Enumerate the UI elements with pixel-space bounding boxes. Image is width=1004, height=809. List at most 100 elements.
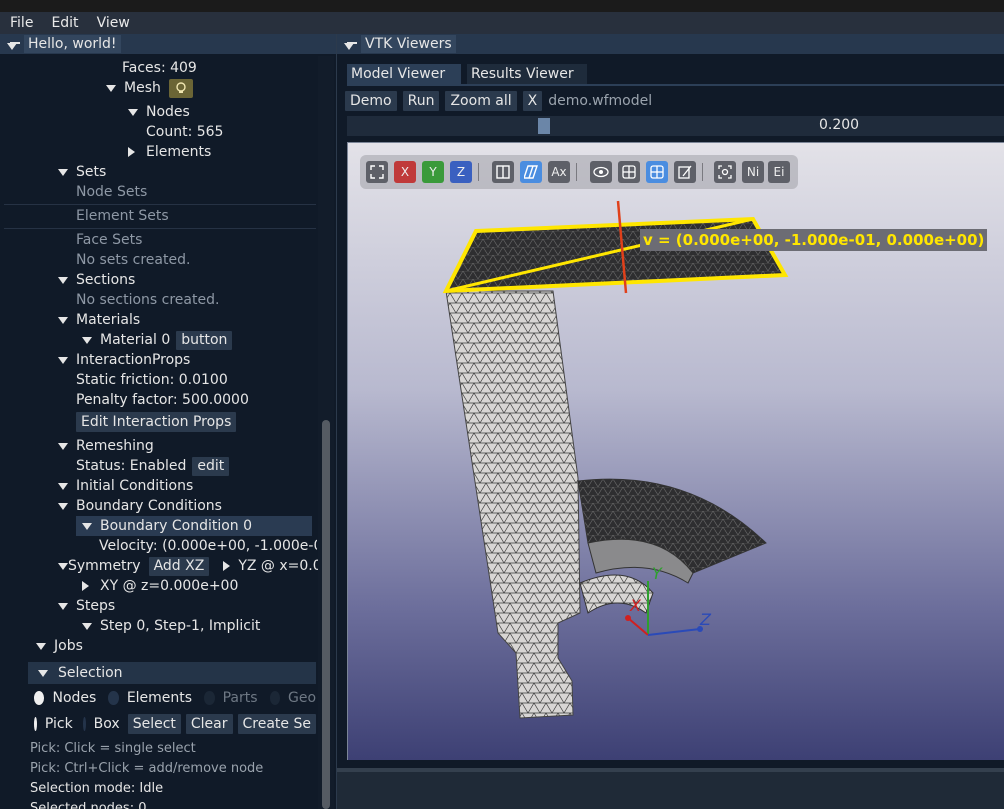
no-sets-text: No sets created.: [76, 252, 191, 268]
expand-arrow-icon[interactable]: [58, 276, 68, 284]
slider-value: 0.200: [819, 117, 860, 133]
tree-node-bc0-selected[interactable]: Boundary Condition 0: [76, 516, 312, 536]
expand-arrow-icon[interactable]: [58, 502, 68, 510]
velocity-annotation: v = (0.000e+00, -1.000e-01, 0.000e+00): [640, 229, 988, 251]
add-xz-button[interactable]: Add XZ: [148, 556, 210, 576]
left-panel-title: Hello, world!: [24, 35, 121, 53]
tree-node-steps[interactable]: Steps: [58, 596, 115, 616]
radio-geo[interactable]: [269, 691, 280, 705]
tree-node-initial-conditions[interactable]: Initial Conditions: [58, 476, 193, 496]
selection-type-row: Nodes Elements Parts Geo: [34, 688, 316, 708]
tree-node-symmetry[interactable]: Symmetry Add XZ YZ @ x=0.00: [58, 556, 318, 576]
tree-node-boundary-conditions[interactable]: Boundary Conditions: [58, 496, 222, 516]
menu-file[interactable]: File: [10, 15, 33, 31]
radio-parts[interactable]: [204, 691, 215, 705]
time-slider[interactable]: 0.200: [347, 116, 1004, 136]
velocity-text: Velocity: (0.000e+00, -1.000e-01, 0: [99, 538, 317, 554]
demo-button[interactable]: Demo: [345, 91, 397, 111]
axis-y-label: Y: [652, 564, 663, 583]
tree-node-materials[interactable]: Materials: [58, 310, 140, 330]
tree-node-elements[interactable]: Elements: [128, 142, 211, 162]
expand-arrow-icon[interactable]: [58, 562, 68, 570]
remeshing-edit-button[interactable]: edit: [192, 456, 230, 476]
expand-arrow-icon[interactable]: [58, 442, 68, 450]
viewer-toolbar: Demo Run Zoom all X demo.wfmodel: [345, 91, 652, 111]
zoom-all-button[interactable]: Zoom all: [445, 91, 517, 111]
selection-header[interactable]: Selection: [28, 662, 316, 684]
expand-arrow-icon[interactable]: [58, 316, 68, 324]
axis-z-label: Z: [699, 610, 712, 629]
selected-nodes-text: Selected nodes: 0: [30, 800, 147, 809]
collapsed-arrow-icon[interactable]: [82, 581, 89, 591]
tree-node-interaction-props[interactable]: InteractionProps: [58, 350, 190, 370]
left-scrollbar-thumb[interactable]: [322, 420, 330, 809]
collapsed-arrow-icon[interactable]: [128, 147, 135, 157]
create-set-button[interactable]: Create Se: [237, 714, 316, 734]
edit-interaction-props-button[interactable]: Edit Interaction Props: [76, 412, 237, 432]
expand-arrow-icon[interactable]: [58, 602, 68, 610]
tree-node-sets[interactable]: Sets: [58, 162, 106, 182]
menu-view[interactable]: View: [97, 15, 130, 31]
radio-pick[interactable]: [34, 717, 37, 731]
tree-node-sections[interactable]: Sections: [58, 270, 135, 290]
expand-arrow-icon[interactable]: [82, 336, 92, 344]
remeshing-status-row: Status: Enabled edit: [76, 456, 230, 476]
divider: [4, 204, 316, 205]
close-file-button[interactable]: X: [522, 91, 543, 111]
remeshing-status-text: Status: Enabled: [76, 458, 187, 474]
left-panel: Hello, world! Faces: 409 Mesh Nodes Coun…: [0, 34, 336, 809]
expand-arrow-icon[interactable]: [128, 108, 138, 116]
nodes-count: Count: 565: [146, 124, 224, 140]
menu-edit[interactable]: Edit: [51, 15, 78, 31]
element-sets-label[interactable]: Element Sets: [76, 206, 169, 226]
tree-node-xy[interactable]: XY @ z=0.000e+00: [82, 576, 238, 596]
lightbulb-icon[interactable]: [168, 78, 193, 98]
expand-arrow-icon[interactable]: [58, 168, 68, 176]
tab-model-viewer[interactable]: Model Viewer: [347, 64, 461, 84]
faces-count: Faces: 409: [122, 60, 197, 76]
expand-arrow-icon[interactable]: [106, 84, 116, 92]
collapse-icon[interactable]: [6, 38, 20, 50]
expand-arrow-icon[interactable]: [58, 356, 68, 364]
selection-mode-text: Selection mode: Idle: [30, 780, 164, 796]
expand-arrow-icon[interactable]: [58, 482, 68, 490]
radio-box[interactable]: [82, 717, 86, 731]
slider-grab[interactable]: [538, 118, 551, 134]
divider: [4, 228, 316, 229]
tree-node-nodes[interactable]: Nodes: [128, 102, 190, 122]
tree-node-step0[interactable]: Step 0, Step-1, Implicit: [82, 616, 260, 636]
expand-arrow-icon[interactable]: [36, 642, 46, 650]
static-friction-text: Static friction: 0.0100: [76, 372, 228, 388]
axis-x-label: X: [629, 596, 642, 615]
tree-node-remeshing[interactable]: Remeshing: [58, 436, 154, 456]
node-sets-label[interactable]: Node Sets: [76, 182, 147, 202]
right-panel-title-bar[interactable]: VTK Viewers: [337, 34, 1004, 54]
radio-elements[interactable]: [108, 691, 119, 705]
bottom-bar: [337, 768, 1004, 809]
expand-arrow-icon[interactable]: [38, 669, 48, 677]
select-button[interactable]: Select: [127, 714, 181, 734]
penalty-factor-text: Penalty factor: 500.0000: [76, 392, 249, 408]
collapsed-arrow-icon[interactable]: [223, 561, 231, 571]
radio-nodes[interactable]: [34, 691, 45, 705]
material-button[interactable]: button: [176, 330, 233, 350]
edit-interaction-row: Edit Interaction Props: [76, 412, 237, 432]
clear-button[interactable]: Clear: [185, 714, 233, 734]
no-sections-text: No sections created.: [76, 292, 220, 308]
vtk-viewport[interactable]: X Y Z Ax Ni Ei Y X Z v = (0.000e+00, -1.…: [347, 142, 1004, 760]
expand-arrow-icon[interactable]: [82, 622, 92, 630]
run-button[interactable]: Run: [402, 91, 440, 111]
collapse-icon[interactable]: [343, 38, 357, 50]
menu-bar: File Edit View: [0, 12, 1004, 34]
tree-node-jobs[interactable]: Jobs: [36, 636, 83, 656]
help-text-1: Pick: Click = single select: [30, 740, 196, 756]
tree-node-mesh[interactable]: Mesh: [106, 78, 193, 98]
window-top-strip: [0, 0, 1004, 12]
expand-arrow-icon[interactable]: [82, 522, 92, 530]
face-sets-label[interactable]: Face Sets: [76, 230, 142, 250]
tab-results-viewer[interactable]: Results Viewer: [467, 64, 587, 84]
yz-node[interactable]: YZ @ x=0.00: [223, 558, 318, 574]
left-panel-title-bar[interactable]: Hello, world!: [0, 34, 336, 54]
right-panel-title: VTK Viewers: [361, 35, 456, 53]
tree-node-material0[interactable]: Material 0 button: [82, 330, 233, 350]
